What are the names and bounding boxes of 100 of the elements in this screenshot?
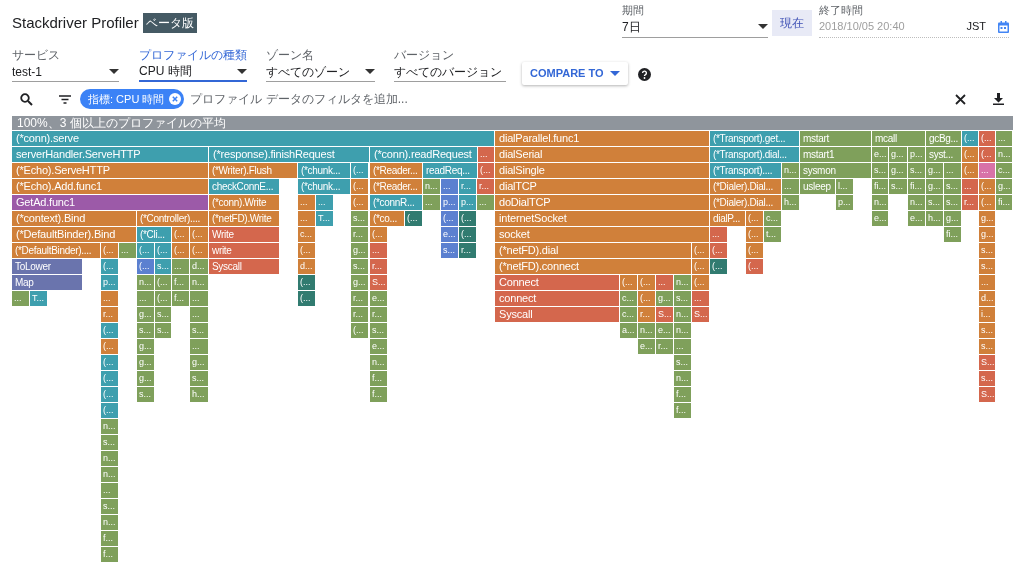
search-icon[interactable] bbox=[20, 92, 33, 106]
flame-frame[interactable]: s... bbox=[351, 211, 368, 226]
flame-frame[interactable]: socket bbox=[495, 227, 709, 242]
metric-chip[interactable]: 指標: CPU 時間 bbox=[80, 89, 185, 109]
flame-frame[interactable]: (*connR... bbox=[370, 195, 422, 210]
flame-frame[interactable]: ... bbox=[710, 227, 727, 242]
flame-frame[interactable]: (*co... bbox=[370, 211, 404, 226]
flame-frame[interactable]: ... bbox=[674, 339, 691, 354]
flame-frame[interactable]: (... bbox=[298, 243, 315, 258]
flame-frame[interactable]: g... bbox=[137, 339, 154, 354]
flame-frame[interactable]: p... bbox=[441, 195, 458, 210]
flame-frame[interactable]: (*Transport).dial... bbox=[710, 147, 799, 162]
flame-frame[interactable]: h... bbox=[190, 387, 208, 402]
flame-frame[interactable]: g... bbox=[351, 275, 368, 290]
flame-frame[interactable]: fi... bbox=[944, 227, 961, 242]
flame-frame[interactable]: S... bbox=[370, 275, 387, 290]
flame-frame[interactable]: ... bbox=[441, 179, 458, 194]
flame-frame[interactable]: c... bbox=[764, 211, 781, 226]
flame-frame[interactable]: ... bbox=[692, 291, 709, 306]
flame-frame[interactable]: s... bbox=[674, 291, 691, 306]
flame-frame[interactable]: (*conn).readRequest bbox=[370, 147, 477, 162]
flame-frame[interactable]: r... bbox=[351, 227, 368, 242]
flame-frame[interactable]: g... bbox=[926, 179, 943, 194]
help-icon[interactable] bbox=[637, 68, 651, 81]
flame-frame[interactable]: ... bbox=[478, 147, 494, 162]
flame-frame[interactable]: (... bbox=[710, 243, 727, 258]
flame-frame[interactable]: mcall bbox=[872, 131, 925, 146]
flame-frame[interactable]: g... bbox=[979, 211, 995, 226]
flame-frame[interactable]: r... bbox=[351, 307, 368, 322]
flame-frame[interactable]: (*response).finishRequest bbox=[209, 147, 369, 162]
flame-frame[interactable]: s... bbox=[674, 355, 691, 370]
flame-frame[interactable]: g... bbox=[889, 163, 907, 178]
flame-frame[interactable]: s... bbox=[101, 499, 118, 514]
end-time-field[interactable]: 2018/10/05 20:40 JST bbox=[819, 16, 1009, 38]
flame-frame[interactable]: (... bbox=[979, 179, 995, 194]
flame-frame[interactable]: g... bbox=[137, 307, 154, 322]
flame-frame[interactable]: n... bbox=[101, 515, 118, 530]
dropdown[interactable]: test-1 bbox=[12, 62, 119, 82]
flame-frame[interactable]: (*netFD).Write bbox=[209, 211, 279, 226]
flame-frame[interactable]: ... bbox=[172, 259, 189, 274]
flame-frame[interactable]: r... bbox=[962, 195, 978, 210]
flame-frame[interactable]: (*Echo).ServeHTTP bbox=[12, 163, 208, 178]
flame-frame[interactable]: ... bbox=[316, 195, 333, 210]
dropdown[interactable]: すべてのゾーン bbox=[266, 62, 375, 82]
flame-frame[interactable]: ... bbox=[996, 131, 1012, 146]
flame-frame[interactable]: ... bbox=[190, 307, 208, 322]
flame-frame[interactable]: s... bbox=[190, 371, 208, 386]
flame-frame[interactable]: f... bbox=[370, 371, 387, 386]
flame-frame[interactable]: Map bbox=[12, 275, 82, 290]
filter-icon[interactable] bbox=[59, 94, 71, 104]
flame-frame[interactable]: g... bbox=[979, 227, 995, 242]
flame-frame[interactable]: n... bbox=[996, 147, 1012, 162]
flame-frame[interactable]: (... bbox=[101, 355, 118, 370]
flame-frame[interactable]: (*DefaultBinder).Bind bbox=[12, 227, 136, 242]
flame-frame[interactable]: s... bbox=[370, 323, 387, 338]
flame-frame[interactable]: (... bbox=[638, 291, 655, 306]
flame-frame[interactable]: (*Transport).get... bbox=[710, 131, 799, 146]
flame-frame[interactable]: (... bbox=[979, 147, 995, 162]
flame-frame[interactable]: (... bbox=[172, 243, 189, 258]
flame-frame[interactable]: e... bbox=[872, 147, 888, 162]
flame-frame[interactable]: ... bbox=[12, 291, 29, 306]
flame-frame[interactable]: (... bbox=[962, 131, 978, 146]
flame-frame[interactable]: p... bbox=[908, 147, 925, 162]
flame-frame[interactable]: s... bbox=[155, 307, 171, 322]
flame-frame[interactable]: (... bbox=[351, 195, 368, 210]
flame-frame[interactable]: n... bbox=[908, 195, 925, 210]
flame-frame[interactable]: r... bbox=[459, 243, 476, 258]
flame-frame[interactable]: (*Cli... bbox=[137, 227, 171, 242]
flame-frame[interactable]: n... bbox=[101, 419, 118, 434]
flame-frame[interactable]: ... bbox=[101, 483, 118, 498]
flame-frame[interactable]: r... bbox=[101, 307, 118, 322]
flame-frame[interactable]: s... bbox=[926, 195, 943, 210]
flame-frame[interactable]: (... bbox=[746, 211, 763, 226]
flame-frame[interactable]: S... bbox=[692, 307, 709, 322]
flame-frame[interactable]: Syscall bbox=[209, 259, 279, 274]
flame-frame[interactable]: fi... bbox=[872, 179, 888, 194]
flame-frame[interactable]: dialP... bbox=[710, 211, 745, 226]
flame-frame[interactable]: (... bbox=[101, 387, 118, 402]
flame-frame[interactable]: Syscall bbox=[495, 307, 619, 322]
flame-frame[interactable]: n... bbox=[101, 467, 118, 482]
flame-frame[interactable]: e... bbox=[370, 291, 387, 306]
dropdown[interactable]: CPU 時間 bbox=[139, 62, 247, 82]
flame-frame[interactable]: gcBg... bbox=[926, 131, 961, 146]
flame-frame[interactable]: (... bbox=[746, 259, 763, 274]
flame-frame[interactable]: (... bbox=[101, 259, 118, 274]
flame-frame[interactable]: g... bbox=[656, 291, 673, 306]
flame-frame[interactable]: (*context).Bind bbox=[12, 211, 136, 226]
flame-frame[interactable]: n... bbox=[370, 355, 387, 370]
flame-frame[interactable]: (... bbox=[172, 227, 189, 242]
flame-frame[interactable]: (... bbox=[692, 275, 709, 290]
flame-frame[interactable]: (... bbox=[459, 211, 476, 226]
flame-frame[interactable]: internetSocket bbox=[495, 211, 709, 226]
flame-frame[interactable]: n... bbox=[101, 451, 118, 466]
flame-frame[interactable]: (... bbox=[190, 243, 208, 258]
flame-frame[interactable]: (... bbox=[351, 323, 368, 338]
flame-frame[interactable]: fi... bbox=[908, 179, 925, 194]
flame-frame[interactable]: (*DefaultBinder).... bbox=[12, 243, 100, 258]
flame-frame[interactable]: g... bbox=[926, 163, 943, 178]
flame-frame[interactable]: ... bbox=[101, 291, 118, 306]
flame-frame[interactable]: e... bbox=[370, 339, 387, 354]
